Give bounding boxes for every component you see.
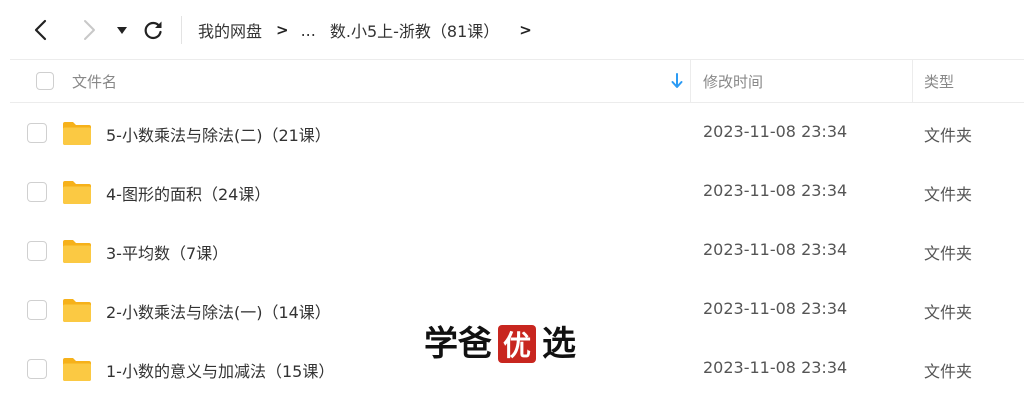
folder-icon <box>63 181 91 204</box>
file-modified: 2023-11-08 23:34 <box>703 299 848 318</box>
refresh-button[interactable] <box>140 17 166 43</box>
file-modified: 2023-11-08 23:34 <box>703 122 848 141</box>
column-header-type[interactable]: 类型 <box>924 71 954 92</box>
watermark-logo: 学 爸 优 选 <box>424 322 576 366</box>
row-checkbox[interactable] <box>27 241 47 261</box>
column-header-modified[interactable]: 修改时间 <box>703 71 763 92</box>
forward-button[interactable] <box>76 17 102 43</box>
column-divider[interactable] <box>912 60 913 102</box>
refresh-icon <box>144 21 162 40</box>
breadcrumb-separator: > <box>276 21 289 39</box>
row-checkbox[interactable] <box>27 123 47 143</box>
row-checkbox[interactable] <box>27 300 47 320</box>
file-modified: 2023-11-08 23:34 <box>703 181 848 200</box>
chevron-left-icon <box>34 19 47 41</box>
toolbar-divider <box>181 16 182 44</box>
caret-down-icon <box>117 27 127 34</box>
file-type: 文件夹 <box>924 303 973 322</box>
column-header-name[interactable]: 文件名 <box>72 71 117 92</box>
file-row[interactable]: 4-图形的面积（24课） 2023-11-08 23:34 文件夹 <box>10 162 1024 221</box>
file-type: 文件夹 <box>924 185 973 204</box>
chevron-right-icon <box>84 20 95 40</box>
row-checkbox[interactable] <box>27 182 47 202</box>
watermark-seal: 优 <box>498 325 536 363</box>
file-list-header: 文件名 修改时间 类型 <box>10 59 1024 103</box>
watermark-char: 爸 <box>458 324 492 364</box>
folder-icon <box>63 358 91 381</box>
file-name[interactable]: 1-小数的意义与加减法（15课） <box>106 358 334 382</box>
back-button[interactable] <box>28 17 54 43</box>
breadcrumb-root[interactable]: 我的网盘 <box>198 18 262 42</box>
history-dropdown-button[interactable] <box>112 20 132 40</box>
file-name[interactable]: 5-小数乘法与除法(二)（21课） <box>106 122 331 146</box>
breadcrumb-ellipsis[interactable]: ... <box>301 21 316 40</box>
select-all-checkbox[interactable] <box>36 72 54 90</box>
breadcrumb-current[interactable]: 数.小5上-浙教（81课） <box>330 18 499 42</box>
file-type: 文件夹 <box>924 126 973 145</box>
toolbar: 我的网盘 > ... 数.小5上-浙教（81课） > <box>0 0 1024 58</box>
column-divider[interactable] <box>690 60 691 102</box>
watermark-char: 选 <box>542 324 576 364</box>
folder-icon <box>63 122 91 145</box>
watermark-char: 学 <box>424 324 458 364</box>
breadcrumb: 我的网盘 > ... 数.小5上-浙教（81课） > <box>198 18 532 42</box>
file-modified: 2023-11-08 23:34 <box>703 240 848 259</box>
file-name[interactable]: 2-小数乘法与除法(一)（14课） <box>106 299 331 323</box>
folder-icon <box>63 299 91 322</box>
arrow-down-icon[interactable] <box>670 72 684 90</box>
file-name[interactable]: 3-平均数（7课） <box>106 240 228 264</box>
file-type: 文件夹 <box>924 244 973 263</box>
file-row[interactable]: 5-小数乘法与除法(二)（21课） 2023-11-08 23:34 文件夹 <box>10 103 1024 162</box>
file-name[interactable]: 4-图形的面积（24课） <box>106 181 270 205</box>
file-modified: 2023-11-08 23:34 <box>703 358 848 377</box>
file-row[interactable]: 3-平均数（7课） 2023-11-08 23:34 文件夹 <box>10 221 1024 280</box>
folder-icon <box>63 240 91 263</box>
row-checkbox[interactable] <box>27 359 47 379</box>
file-type: 文件夹 <box>924 362 973 381</box>
breadcrumb-end-separator[interactable]: > <box>519 21 532 39</box>
